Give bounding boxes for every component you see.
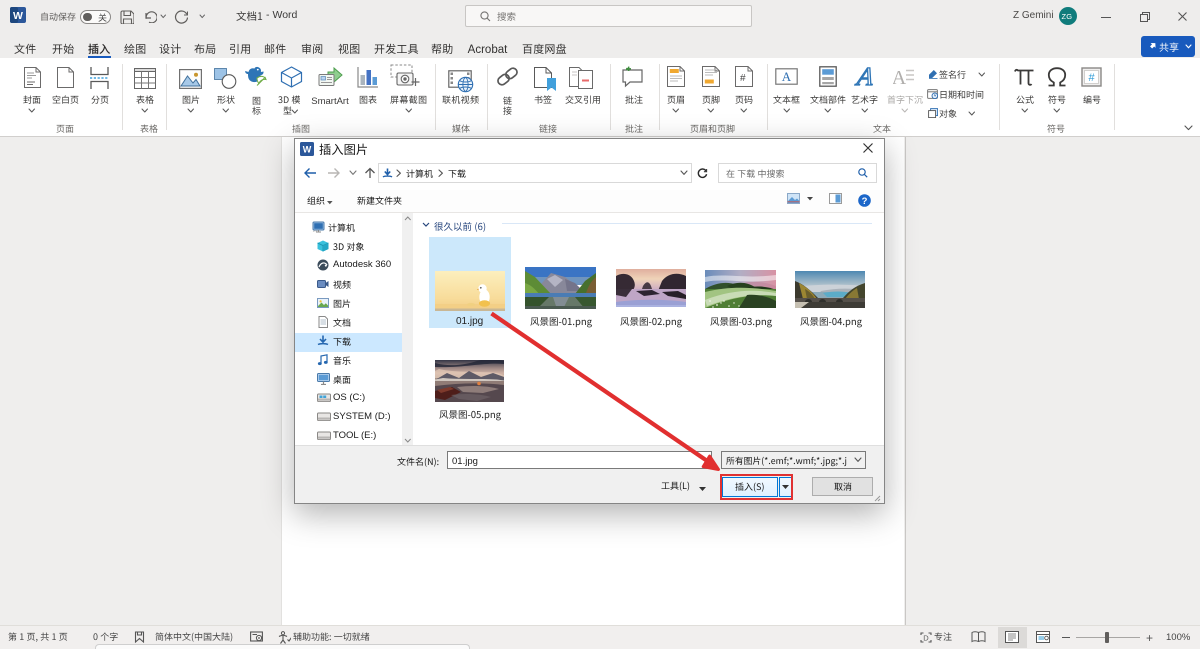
svg-text:W: W [303, 145, 312, 155]
svg-text:A: A [782, 69, 792, 84]
svg-text:D: D [923, 633, 929, 642]
svg-text:?: ? [862, 195, 868, 206]
svg-text:#: # [1088, 72, 1095, 84]
svg-text:A: A [853, 65, 876, 89]
svg-text:W: W [13, 10, 23, 22]
svg-text:#: # [740, 73, 746, 84]
svg-text:A: A [893, 67, 907, 87]
